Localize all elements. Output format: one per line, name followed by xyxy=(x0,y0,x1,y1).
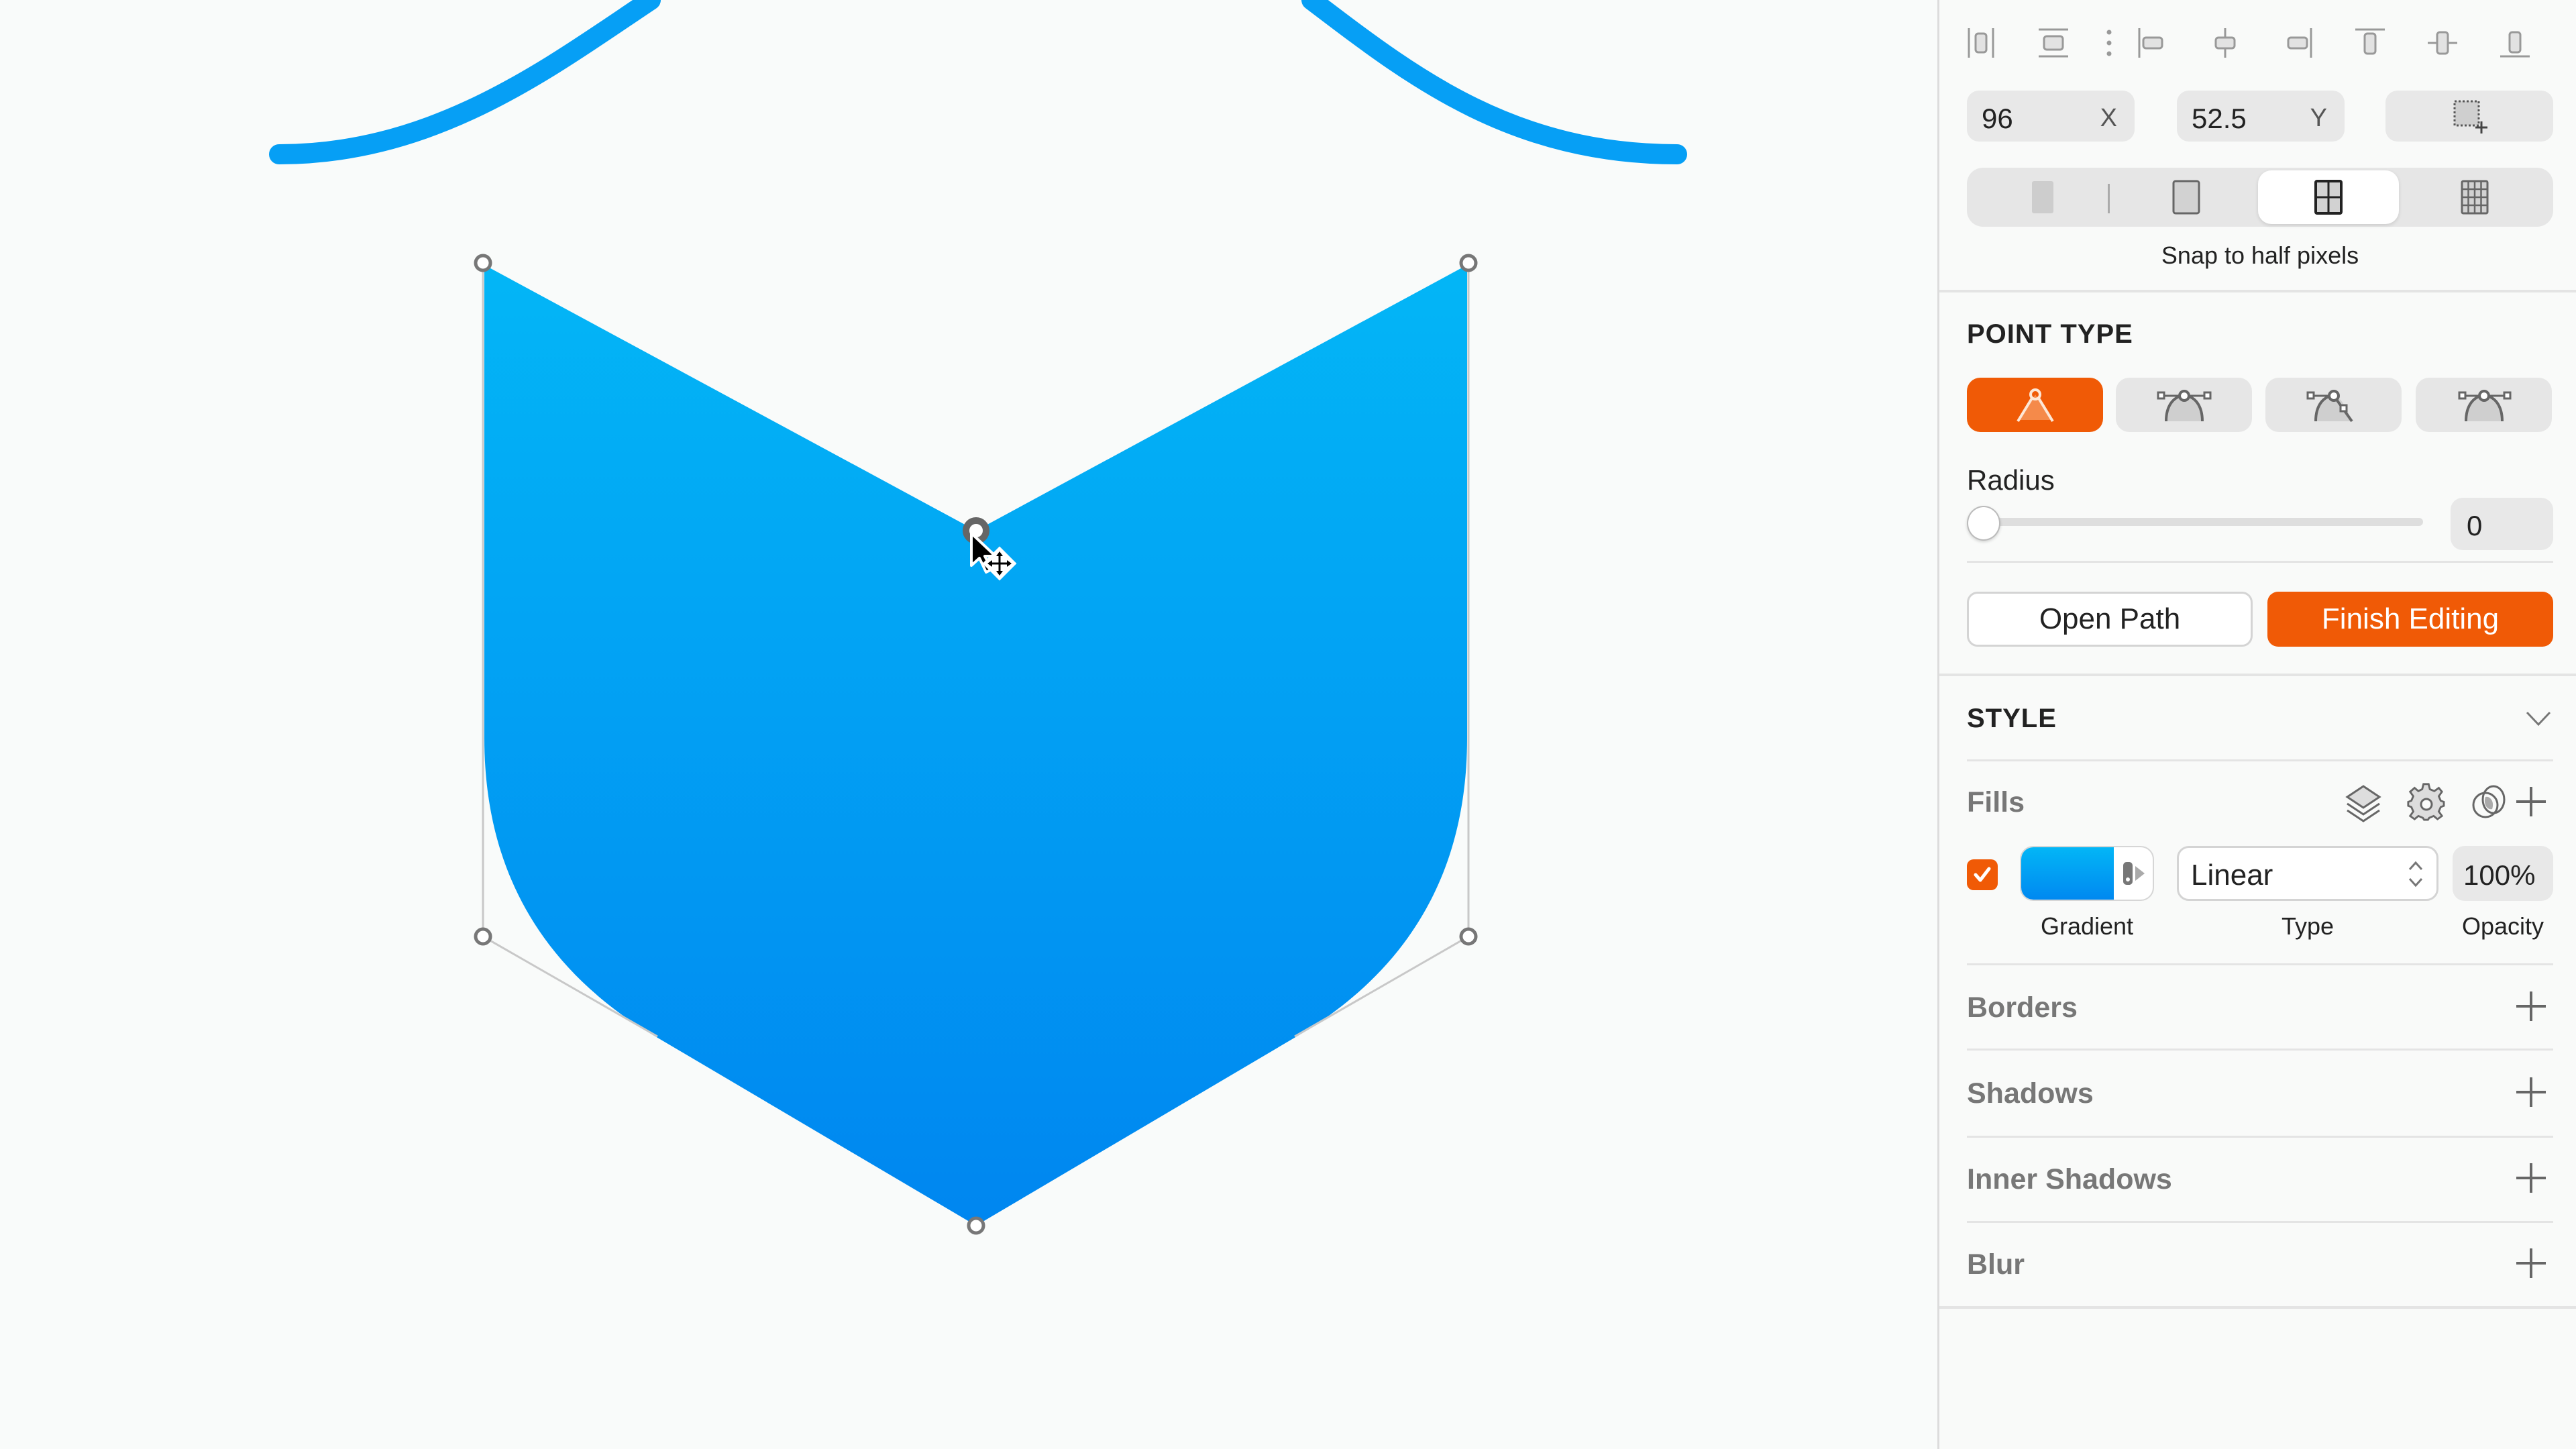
gradient-preview xyxy=(2021,847,2114,900)
full-pixel-icon xyxy=(2172,180,2200,215)
snap-caption: Snap to half pixels xyxy=(2161,241,2359,269)
type-label: Type xyxy=(2281,912,2334,940)
radius-slider[interactable] xyxy=(1967,503,2436,541)
align-top-icon[interactable] xyxy=(2351,24,2389,62)
add-blur-button[interactable] xyxy=(2516,1248,2546,1278)
canvas[interactable] xyxy=(0,0,1937,1449)
chevron-shield-shape[interactable] xyxy=(484,265,1467,1226)
align-bottom-icon[interactable] xyxy=(2496,24,2534,62)
point-type-disconnected-button[interactable] xyxy=(2265,378,2402,432)
selection-bounds-button[interactable] xyxy=(2385,91,2553,142)
selection-marquee-icon xyxy=(2453,100,2487,133)
add-shadow-button[interactable] xyxy=(2516,1077,2546,1107)
x-value[interactable]: 96 xyxy=(1982,103,2013,135)
inspector-panel: 96 X 52.5 Y Snap to half pixels POINT TY… xyxy=(1937,0,2576,1449)
borders-divider xyxy=(1967,1049,2553,1051)
add-inner-shadow-button[interactable] xyxy=(2516,1163,2546,1193)
opacity-label: Opacity xyxy=(2461,912,2544,940)
fill-type-value: Linear xyxy=(2191,859,2273,892)
open-path-button[interactable]: Open Path xyxy=(1967,592,2253,647)
canvas-artwork[interactable] xyxy=(0,0,1937,1449)
gradient-type-icon xyxy=(2123,862,2145,885)
finish-editing-button[interactable]: Finish Editing xyxy=(2267,592,2553,647)
point-type-straight-button[interactable] xyxy=(1967,378,2103,432)
radius-value[interactable]: 0 xyxy=(2467,510,2482,542)
distribute-vertically-icon[interactable] xyxy=(2035,24,2072,62)
align-horizontal-center-icon[interactable] xyxy=(2206,24,2244,62)
fine-grid-icon xyxy=(2461,180,2489,215)
y-position-field[interactable]: 52.5 Y xyxy=(2177,91,2345,142)
straight-point-icon xyxy=(2016,388,2054,422)
add-border-button[interactable] xyxy=(2516,991,2546,1021)
layers-icon[interactable] xyxy=(2343,784,2383,822)
asymmetric-point-icon xyxy=(2458,389,2511,421)
fill-type-select[interactable]: Linear xyxy=(2177,846,2438,901)
mirrored-point-icon xyxy=(2157,389,2211,421)
more-options-icon[interactable] xyxy=(2099,24,2119,62)
point-type-asymmetric-button[interactable] xyxy=(2416,378,2552,432)
disconnected-point-icon xyxy=(2306,389,2353,422)
segment-divider xyxy=(2108,184,2110,213)
add-fill-button[interactable] xyxy=(2516,787,2546,816)
checkmark-icon xyxy=(1974,867,1991,882)
panel-bottom-divider xyxy=(1939,1306,2576,1309)
radius-slider-track[interactable] xyxy=(1980,518,2423,526)
y-value[interactable]: 52.5 xyxy=(2192,103,2247,135)
opacity-value[interactable]: 100% xyxy=(2463,859,2535,892)
snap-option-grid[interactable] xyxy=(2404,170,2545,224)
fills-title: Fills xyxy=(1967,786,2025,818)
snap-option-half-pixels[interactable] xyxy=(2258,170,2399,224)
radius-divider xyxy=(1967,561,2553,563)
x-axis-label: X xyxy=(2100,104,2117,132)
radius-label: Radius xyxy=(1967,464,2055,496)
fills-divider xyxy=(1967,963,2553,965)
chevron-down-icon[interactable] xyxy=(2524,708,2553,729)
shadows-title: Shadows xyxy=(1967,1077,2094,1110)
curve-stroke[interactable] xyxy=(269,0,1687,164)
radius-input[interactable]: 0 xyxy=(2451,498,2553,550)
inner-shadows-title: Inner Shadows xyxy=(1967,1163,2172,1195)
y-axis-label: Y xyxy=(2310,104,2327,132)
align-left-icon[interactable] xyxy=(2134,24,2171,62)
gradient-swatch[interactable] xyxy=(2020,846,2154,901)
point-bottom[interactable] xyxy=(967,1216,985,1235)
blend-mode-icon[interactable] xyxy=(2469,782,2510,822)
section-divider xyxy=(1939,674,2576,676)
x-position-field[interactable]: 96 X xyxy=(1967,91,2135,142)
opacity-input[interactable]: 100% xyxy=(2453,846,2553,901)
borders-title: Borders xyxy=(1967,991,2078,1024)
radius-slider-thumb[interactable] xyxy=(1967,506,2000,541)
point-type-mirrored-button[interactable] xyxy=(2116,378,2252,432)
no-snapping-icon xyxy=(2032,181,2053,213)
section-divider xyxy=(1939,290,2576,292)
snap-option-full-pixels[interactable] xyxy=(2116,170,2257,224)
align-right-icon[interactable] xyxy=(2279,24,2316,62)
style-title: STYLE xyxy=(1967,704,2057,733)
inner-shadows-divider xyxy=(1967,1221,2553,1223)
control-point-right[interactable] xyxy=(1459,927,1478,946)
point-type-title: POINT TYPE xyxy=(1967,319,2133,349)
snap-option-none[interactable] xyxy=(1972,170,2113,224)
point-top-left[interactable] xyxy=(474,254,492,272)
distribute-horizontally-icon[interactable] xyxy=(1962,24,2000,62)
style-divider xyxy=(1967,759,2553,761)
gradient-label: Gradient xyxy=(2040,912,2134,940)
fill-enabled-checkbox[interactable] xyxy=(1967,859,1998,890)
shadows-divider xyxy=(1967,1136,2553,1138)
blur-title: Blur xyxy=(1967,1248,2025,1281)
pixel-snapping-control xyxy=(1967,168,2553,227)
stepper-updown-icon xyxy=(2408,861,2423,888)
point-top-right[interactable] xyxy=(1459,254,1478,272)
align-vertical-center-icon[interactable] xyxy=(2424,24,2461,62)
control-point-left[interactable] xyxy=(474,927,492,946)
half-pixel-grid-icon xyxy=(2314,180,2343,215)
gear-icon[interactable] xyxy=(2406,782,2447,822)
